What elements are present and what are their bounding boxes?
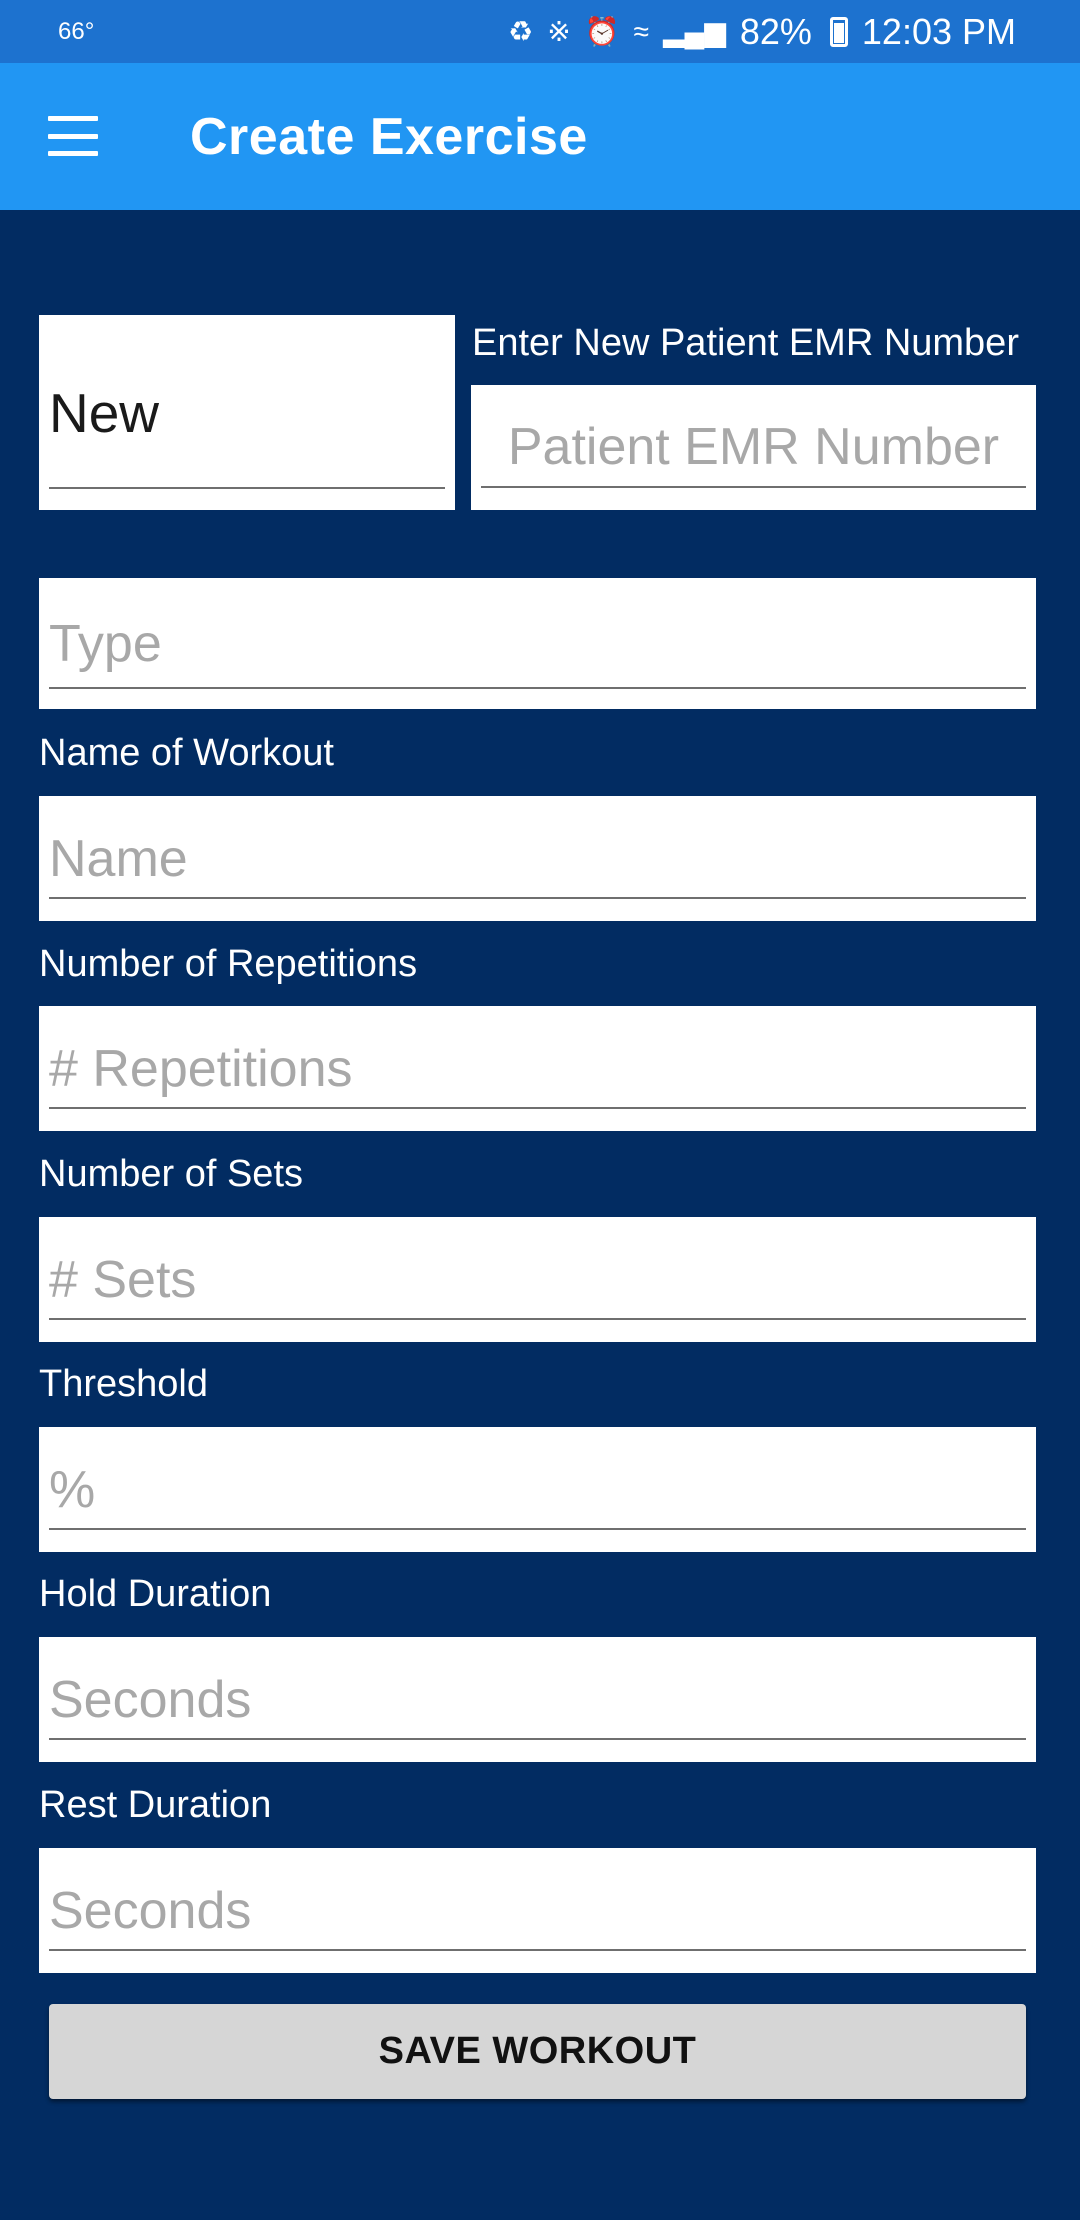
repetitions-underline — [49, 1107, 1026, 1109]
clock-time: 12:03 PM — [861, 10, 1016, 52]
temperature-text: 66° — [58, 17, 95, 45]
rest-duration-label: Rest Duration — [39, 1784, 272, 1826]
battery-icon — [829, 16, 848, 47]
patient-select-underline — [49, 487, 445, 489]
patient-select-value: New — [49, 382, 160, 444]
status-icons: ♻ ※ ⏰ ≈ ▂▄▆ 82% 12:03 PM — [508, 11, 1016, 53]
workout-name-label: Name of Workout — [39, 732, 334, 774]
threshold-label: Threshold — [39, 1363, 208, 1405]
threshold-underline — [49, 1528, 1026, 1530]
rest-duration-field-container — [39, 1848, 1036, 1973]
threshold-field-container — [39, 1427, 1036, 1552]
rest-duration-input[interactable] — [49, 1848, 1026, 1973]
app-bar: Create Exercise — [0, 63, 1080, 210]
rest-duration-underline — [49, 1949, 1026, 1951]
threshold-input[interactable] — [49, 1427, 1026, 1552]
sets-underline — [49, 1318, 1026, 1320]
battery-saver-icon: ♻ — [508, 15, 534, 47]
battery-percent: 82% — [739, 10, 812, 52]
patient-emr-input[interactable] — [481, 385, 1026, 510]
emr-label: Enter New Patient EMR Number — [472, 322, 1019, 364]
workout-name-field-container — [39, 796, 1036, 921]
signal-icon: ▂▄▆ — [662, 15, 726, 47]
workout-name-underline — [49, 897, 1026, 899]
repetitions-input[interactable] — [49, 1006, 1026, 1131]
emr-underline — [481, 486, 1026, 488]
repetitions-field-container — [39, 1006, 1036, 1131]
hold-duration-input[interactable] — [49, 1637, 1026, 1762]
sets-label: Number of Sets — [39, 1153, 303, 1195]
save-workout-button[interactable]: SAVE WORKOUT — [49, 2004, 1026, 2099]
type-underline — [49, 687, 1026, 689]
hold-duration-field-container — [39, 1637, 1036, 1762]
alarm-icon: ⏰ — [584, 15, 620, 47]
hold-duration-underline — [49, 1738, 1026, 1740]
patient-select[interactable]: New — [39, 315, 455, 510]
page-title: Create Exercise — [190, 108, 588, 166]
type-field-container — [39, 578, 1036, 709]
sets-field-container — [39, 1217, 1036, 1342]
sets-input[interactable] — [49, 1217, 1026, 1342]
hamburger-menu-icon[interactable] — [48, 116, 98, 156]
status-bar: 66° ♻ ※ ⏰ ≈ ▂▄▆ 82% 12:03 PM — [0, 0, 1080, 63]
workout-name-input[interactable] — [49, 796, 1026, 921]
bluetooth-icon: ※ — [547, 15, 571, 47]
emr-field-container — [471, 385, 1036, 510]
repetitions-label: Number of Repetitions — [39, 943, 418, 985]
type-input[interactable] — [49, 578, 1026, 709]
wifi-icon: ≈ — [633, 15, 649, 47]
hold-duration-label: Hold Duration — [39, 1573, 272, 1615]
